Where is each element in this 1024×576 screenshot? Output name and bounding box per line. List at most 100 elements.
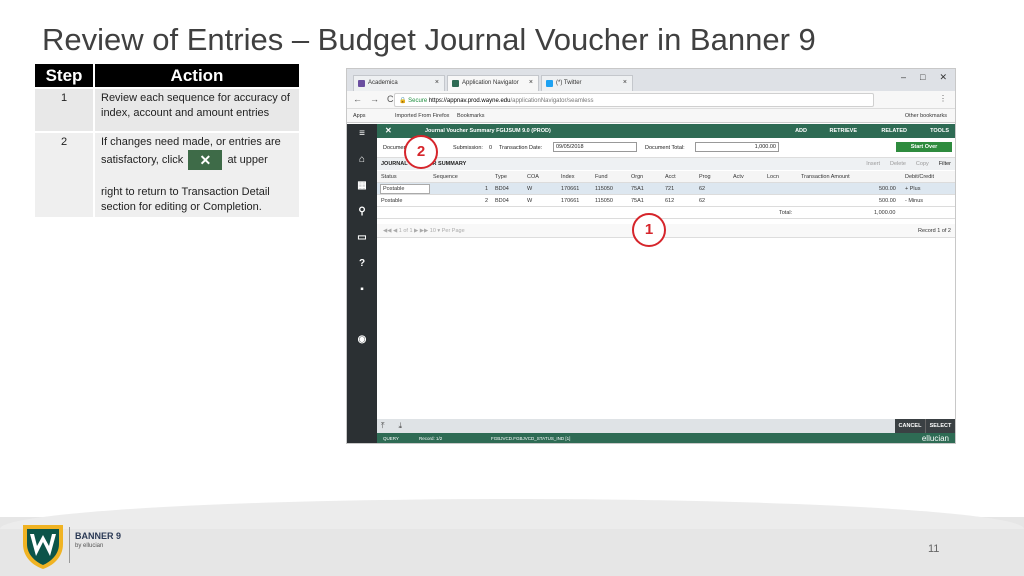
table-row: 2 If changes need made, or entries are s… [35, 131, 299, 217]
cell: 1 [485, 186, 489, 192]
close-icon[interactable]: ✕ [385, 126, 392, 135]
document-total-label: Document Total: [645, 145, 685, 151]
column-header: Prog [699, 174, 711, 180]
column-header: Index [561, 174, 575, 180]
bookmark-item[interactable]: Imported From Firefox [395, 113, 449, 119]
tab-bar: Academica × Application Navigator × (*) … [347, 69, 955, 91]
user-icon[interactable]: ◉ [347, 334, 377, 345]
callout-marker: 1 [632, 213, 666, 247]
status-mode: QUERY [383, 436, 399, 441]
tab-label: Application Navigator [462, 80, 519, 86]
close-icon[interactable]: × [435, 79, 439, 86]
browser-tab[interactable]: Academica × [353, 75, 445, 91]
total-row: Total: 1,000.00 [377, 207, 955, 219]
filter-button[interactable]: Filter [939, 161, 951, 167]
step-action: Review each sequence for accuracy of ind… [94, 87, 299, 132]
column-header: Transaction Amount [801, 174, 850, 180]
browser-tab[interactable]: (*) Twitter × [541, 75, 633, 91]
bookmarks-bar: Apps Imported From Firefox Bookmarks Oth… [347, 109, 955, 123]
close-icon[interactable]: × [623, 79, 627, 86]
retrieve-button[interactable]: RETRIEVE [829, 128, 857, 134]
url-input[interactable]: 🔒 Secure https://appnav.prod.wayne.edu/a… [394, 93, 874, 107]
cell: 62 [699, 198, 706, 204]
slide-title: Review of Entries – Budget Journal Vouch… [42, 22, 816, 57]
next-section-icon[interactable]: ⤓ [399, 421, 403, 431]
column-header: Type [495, 174, 507, 180]
bookmark-item[interactable]: Bookmarks [457, 113, 485, 119]
cell: Postable [381, 198, 403, 204]
menu-icon[interactable]: ⋮ [939, 94, 947, 103]
maximize-icon[interactable]: □ [920, 72, 925, 83]
close-icon: ✕ [188, 150, 223, 170]
cell: W [527, 198, 533, 204]
cell: 500.00 [879, 198, 896, 204]
table-row[interactable]: Postable 2 BD04 W 170661 115050 75A1 612… [377, 195, 955, 207]
record-count: Record 1 of 2 [917, 228, 951, 234]
cell: BD04 [495, 198, 509, 204]
steps-table: Step Action 1 Review each sequence for a… [35, 64, 299, 217]
transaction-date-field[interactable]: 09/05/2018 [553, 142, 637, 152]
insert-button[interactable]: Insert [866, 161, 880, 167]
ellucian-wordmark: by ellucian [75, 543, 104, 549]
cell: 721 [665, 186, 675, 192]
delete-button[interactable]: Delete [890, 161, 906, 167]
start-over-button[interactable]: Start Over [896, 142, 952, 152]
column-header: Actv [733, 174, 744, 180]
cell: 62 [699, 186, 706, 192]
back-icon[interactable]: ← [353, 94, 362, 104]
column-header: Orgn [631, 174, 644, 180]
section-nav: ⤒ ⤓ [381, 421, 402, 431]
cancel-button[interactable]: CANCEL [895, 419, 925, 433]
add-button[interactable]: ADD [795, 128, 807, 134]
bookmark-item[interactable]: Apps [353, 113, 366, 119]
nav-buttons: ← → C [353, 94, 394, 104]
pagination-controls[interactable]: ◀◀ ◀ 1 of 1 ▶ ▶▶ 10 ▾ Per Page [383, 228, 465, 234]
footer-curve [0, 499, 1024, 529]
document-total-field[interactable]: 1,000.00 [695, 142, 779, 152]
minimize-icon[interactable]: – [901, 72, 906, 83]
grid-icon[interactable]: ▦ [347, 180, 377, 191]
menu-icon[interactable]: ≡ [347, 128, 377, 139]
cell: 75A1 [631, 186, 644, 192]
browser-tab[interactable]: Application Navigator × [447, 75, 539, 91]
help-icon[interactable]: ? [347, 258, 377, 269]
status-select[interactable]: Postable [380, 184, 430, 194]
copy-button[interactable]: Copy [916, 161, 929, 167]
search-icon[interactable]: ⚲ [347, 206, 377, 217]
select-button[interactable]: SELECT [925, 419, 955, 433]
ellucian-logo: ellucian [921, 434, 949, 443]
section-header: JOURNAL VOUCHER SUMMARY Insert Delete Co… [377, 158, 955, 170]
submission-label: Submission: [453, 145, 483, 151]
folder-icon[interactable]: ▭ [347, 232, 377, 243]
tab-favicon-icon [358, 80, 365, 87]
left-nav: ≡ ⌂ ▦ ⚲ ▭ ? ▪ ◉ [347, 124, 377, 443]
column-header: Locn [767, 174, 779, 180]
secure-label: Secure [408, 98, 428, 104]
step-number: 1 [35, 87, 95, 132]
home-icon[interactable]: ⌂ [347, 154, 377, 165]
browser-window: Academica × Application Navigator × (*) … [346, 68, 956, 444]
grid-header: Status Sequence Type COA Index Fund Orgn… [377, 171, 955, 183]
url-path: /applicationNavigator/seamless [510, 98, 594, 104]
column-header: Sequence [433, 174, 458, 180]
lock-icon[interactable]: ▪ [347, 284, 377, 295]
table-row[interactable]: Postable 1 BD04 W 170661 115050 75A1 721… [377, 183, 955, 195]
cell: - Minus [905, 198, 924, 204]
close-window-icon[interactable]: ✕ [939, 72, 947, 83]
close-icon[interactable]: × [529, 79, 533, 86]
step-action-text: right to return to Transaction Detail se… [101, 186, 270, 213]
page-number: 11 [928, 543, 940, 555]
tab-label: (*) Twitter [556, 80, 582, 86]
reload-icon[interactable]: C [387, 94, 394, 104]
previous-section-icon[interactable]: ⤒ [381, 421, 385, 431]
other-bookmarks[interactable]: Other bookmarks [905, 113, 947, 119]
step-action-text: at upper [227, 153, 268, 166]
related-button[interactable]: RELATED [881, 128, 907, 134]
forward-icon[interactable]: → [370, 94, 379, 104]
tools-button[interactable]: TOOLS [930, 128, 949, 134]
callout-marker: 2 [404, 135, 438, 169]
cell: 115050 [595, 198, 613, 204]
form-header: ✕ Journal Voucher Summary FGIJSUM 9.0 (P… [377, 124, 955, 138]
table-row: 1 Review each sequence for accuracy of i… [35, 87, 299, 132]
cell: W [527, 186, 533, 192]
